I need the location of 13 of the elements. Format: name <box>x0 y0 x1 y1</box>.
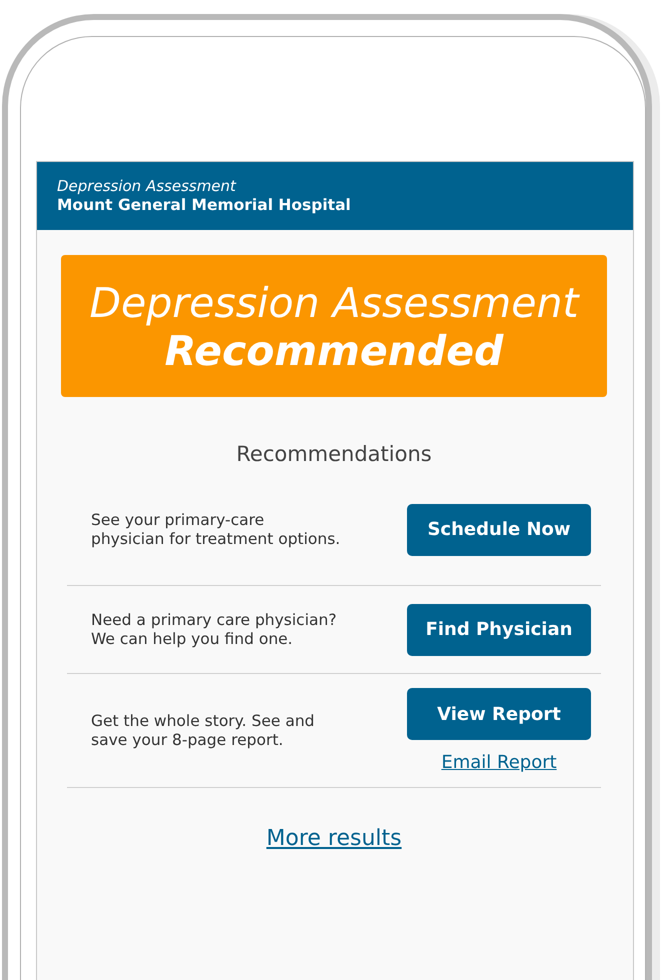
recommendation-text: Need a primary care physician? We can help you find one. <box>91 610 338 648</box>
header-subtitle: Depression Assessment <box>57 177 238 195</box>
action-button[interactable]: Schedule Now <box>407 504 591 556</box>
banner-status: Recommended <box>164 327 504 375</box>
header-title: Mount General Memorial Hospital <box>57 196 352 214</box>
email-report-link[interactable]: Email Report <box>441 752 557 773</box>
action-button[interactable]: Find Physician <box>407 604 591 656</box>
more-results-link[interactable]: More results <box>266 826 402 851</box>
action-button[interactable]: View Report <box>407 688 591 740</box>
section-heading: Recommendations <box>235 442 433 466</box>
recommendation-text: See your primary-care physician for treatment options. <box>91 510 341 548</box>
banner-title: Depression Assessment <box>89 279 579 327</box>
recommendation-text: Get the whole story. See and save your 8-page report. <box>91 712 316 750</box>
